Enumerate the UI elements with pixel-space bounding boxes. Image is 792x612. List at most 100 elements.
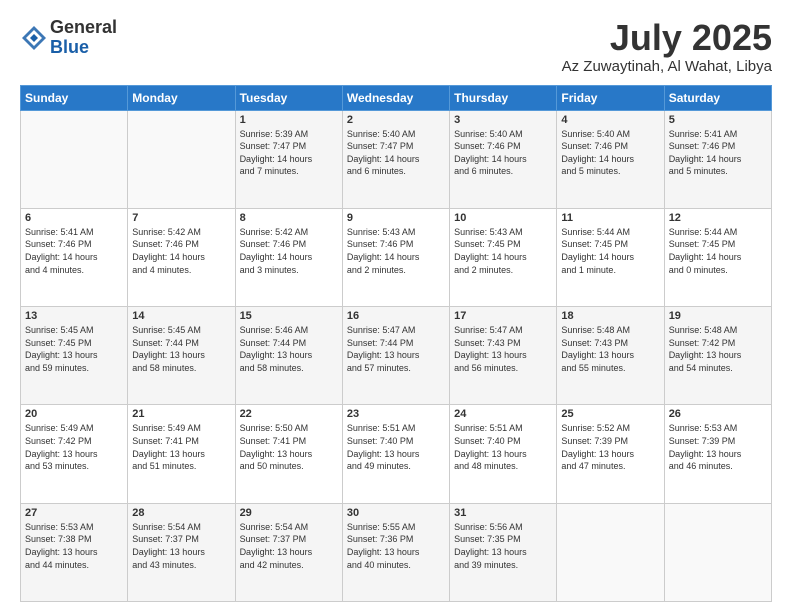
- calendar-cell: 20 Sunrise: 5:49 AM Sunset: 7:42 PM Dayli…: [21, 405, 128, 503]
- calendar-cell: 6 Sunrise: 5:41 AM Sunset: 7:46 PM Daylig…: [21, 208, 128, 306]
- logo-icon: [20, 24, 48, 52]
- calendar-cell: 18 Sunrise: 5:48 AM Sunset: 7:43 PM Dayli…: [557, 307, 664, 405]
- calendar-cell: 5Sunrise: 5:41 AM Sunset: 7:46 PM Daylig…: [664, 110, 771, 208]
- day-number: 25: [561, 408, 659, 420]
- calendar-cell: 3 Sunrise: 5:40 AM Sunset: 7:46 PM Daylig…: [450, 110, 557, 208]
- day-number: 22: [240, 408, 338, 420]
- day-number: 8: [240, 212, 338, 224]
- day-number: 7: [132, 212, 230, 224]
- day-info: Sunrise: 5:53 AM Sunset: 7:39 PM Dayligh…: [669, 422, 767, 472]
- day-info: Sunrise: 5:48 AM Sunset: 7:42 PM Dayligh…: [669, 324, 767, 374]
- day-info: Sunrise: 5:41 AM Sunset: 7:46 PM Dayligh…: [25, 226, 123, 276]
- col-thursday: Thursday: [450, 85, 557, 110]
- calendar-cell: 16 Sunrise: 5:47 AM Sunset: 7:44 PM Dayli…: [342, 307, 449, 405]
- day-info: Sunrise: 5:43 AM Sunset: 7:45 PM Dayligh…: [454, 226, 552, 276]
- calendar-cell: 21 Sunrise: 5:49 AM Sunset: 7:41 PM Dayli…: [128, 405, 235, 503]
- calendar-cell: 22 Sunrise: 5:50 AM Sunset: 7:41 PM Dayli…: [235, 405, 342, 503]
- day-number: 14: [132, 310, 230, 322]
- col-wednesday: Wednesday: [342, 85, 449, 110]
- day-number: 12: [669, 212, 767, 224]
- calendar-cell: 8 Sunrise: 5:42 AM Sunset: 7:46 PM Daylig…: [235, 208, 342, 306]
- day-info: Sunrise: 5:42 AM Sunset: 7:46 PM Dayligh…: [240, 226, 338, 276]
- day-number: 11: [561, 212, 659, 224]
- day-info: Sunrise: 5:43 AM Sunset: 7:46 PM Dayligh…: [347, 226, 445, 276]
- calendar-cell: 28Sunrise: 5:54 AM Sunset: 7:37 PM Dayli…: [128, 503, 235, 601]
- day-number: 9: [347, 212, 445, 224]
- logo-text: General Blue: [50, 18, 117, 58]
- day-number: 29: [240, 507, 338, 519]
- calendar-cell: 14 Sunrise: 5:45 AM Sunset: 7:44 PM Dayli…: [128, 307, 235, 405]
- calendar-cell: 13Sunrise: 5:45 AM Sunset: 7:45 PM Dayli…: [21, 307, 128, 405]
- day-info: Sunrise: 5:49 AM Sunset: 7:41 PM Dayligh…: [132, 422, 230, 472]
- calendar-cell: 30Sunrise: 5:55 AM Sunset: 7:36 PM Dayli…: [342, 503, 449, 601]
- logo: General Blue: [20, 18, 117, 58]
- day-info: Sunrise: 5:40 AM Sunset: 7:47 PM Dayligh…: [347, 128, 445, 178]
- day-info: Sunrise: 5:40 AM Sunset: 7:46 PM Dayligh…: [561, 128, 659, 178]
- day-info: Sunrise: 5:45 AM Sunset: 7:44 PM Dayligh…: [132, 324, 230, 374]
- page: General Blue July 2025 Az Zuwaytinah, Al…: [0, 0, 792, 612]
- calendar-body: 1 Sunrise: 5:39 AM Sunset: 7:47 PM Daylig…: [21, 110, 772, 601]
- week-row-3: 13Sunrise: 5:45 AM Sunset: 7:45 PM Dayli…: [21, 307, 772, 405]
- calendar-cell: [21, 110, 128, 208]
- day-number: 18: [561, 310, 659, 322]
- calendar-cell: 11Sunrise: 5:44 AM Sunset: 7:45 PM Dayli…: [557, 208, 664, 306]
- calendar-cell: 2Sunrise: 5:40 AM Sunset: 7:47 PM Daylig…: [342, 110, 449, 208]
- header: General Blue July 2025 Az Zuwaytinah, Al…: [20, 18, 772, 75]
- col-tuesday: Tuesday: [235, 85, 342, 110]
- day-number: 10: [454, 212, 552, 224]
- day-number: 27: [25, 507, 123, 519]
- calendar: Sunday Monday Tuesday Wednesday Thursday…: [20, 85, 772, 602]
- day-number: 21: [132, 408, 230, 420]
- col-sunday: Sunday: [21, 85, 128, 110]
- day-number: 1: [240, 114, 338, 126]
- day-info: Sunrise: 5:55 AM Sunset: 7:36 PM Dayligh…: [347, 521, 445, 571]
- day-info: Sunrise: 5:47 AM Sunset: 7:44 PM Dayligh…: [347, 324, 445, 374]
- day-info: Sunrise: 5:46 AM Sunset: 7:44 PM Dayligh…: [240, 324, 338, 374]
- calendar-cell: 23 Sunrise: 5:51 AM Sunset: 7:40 PM Dayli…: [342, 405, 449, 503]
- day-info: Sunrise: 5:45 AM Sunset: 7:45 PM Dayligh…: [25, 324, 123, 374]
- day-number: 4: [561, 114, 659, 126]
- calendar-cell: 24Sunrise: 5:51 AM Sunset: 7:40 PM Dayli…: [450, 405, 557, 503]
- location: Az Zuwaytinah, Al Wahat, Libya: [562, 58, 772, 75]
- col-friday: Friday: [557, 85, 664, 110]
- calendar-cell: 17 Sunrise: 5:47 AM Sunset: 7:43 PM Dayli…: [450, 307, 557, 405]
- day-info: Sunrise: 5:40 AM Sunset: 7:46 PM Dayligh…: [454, 128, 552, 178]
- calendar-cell: [557, 503, 664, 601]
- day-number: 31: [454, 507, 552, 519]
- calendar-cell: 4 Sunrise: 5:40 AM Sunset: 7:46 PM Daylig…: [557, 110, 664, 208]
- title-block: July 2025 Az Zuwaytinah, Al Wahat, Libya: [562, 18, 772, 75]
- calendar-cell: 31 Sunrise: 5:56 AM Sunset: 7:35 PM Dayli…: [450, 503, 557, 601]
- day-number: 17: [454, 310, 552, 322]
- day-info: Sunrise: 5:54 AM Sunset: 7:37 PM Dayligh…: [240, 521, 338, 571]
- col-saturday: Saturday: [664, 85, 771, 110]
- day-info: Sunrise: 5:51 AM Sunset: 7:40 PM Dayligh…: [347, 422, 445, 472]
- calendar-cell: 25 Sunrise: 5:52 AM Sunset: 7:39 PM Dayli…: [557, 405, 664, 503]
- week-row-1: 1 Sunrise: 5:39 AM Sunset: 7:47 PM Daylig…: [21, 110, 772, 208]
- day-info: Sunrise: 5:49 AM Sunset: 7:42 PM Dayligh…: [25, 422, 123, 472]
- calendar-cell: 29 Sunrise: 5:54 AM Sunset: 7:37 PM Dayli…: [235, 503, 342, 601]
- day-info: Sunrise: 5:41 AM Sunset: 7:46 PM Dayligh…: [669, 128, 767, 178]
- day-number: 19: [669, 310, 767, 322]
- calendar-cell: [664, 503, 771, 601]
- day-info: Sunrise: 5:42 AM Sunset: 7:46 PM Dayligh…: [132, 226, 230, 276]
- day-info: Sunrise: 5:54 AM Sunset: 7:37 PM Dayligh…: [132, 521, 230, 571]
- day-number: 20: [25, 408, 123, 420]
- calendar-cell: 1 Sunrise: 5:39 AM Sunset: 7:47 PM Daylig…: [235, 110, 342, 208]
- day-info: Sunrise: 5:56 AM Sunset: 7:35 PM Dayligh…: [454, 521, 552, 571]
- header-row: Sunday Monday Tuesday Wednesday Thursday…: [21, 85, 772, 110]
- day-number: 16: [347, 310, 445, 322]
- calendar-header: Sunday Monday Tuesday Wednesday Thursday…: [21, 85, 772, 110]
- day-info: Sunrise: 5:39 AM Sunset: 7:47 PM Dayligh…: [240, 128, 338, 178]
- week-row-5: 27Sunrise: 5:53 AM Sunset: 7:38 PM Dayli…: [21, 503, 772, 601]
- day-info: Sunrise: 5:44 AM Sunset: 7:45 PM Dayligh…: [669, 226, 767, 276]
- day-number: 23: [347, 408, 445, 420]
- day-number: 3: [454, 114, 552, 126]
- logo-general: General: [50, 18, 117, 38]
- day-number: 6: [25, 212, 123, 224]
- day-info: Sunrise: 5:47 AM Sunset: 7:43 PM Dayligh…: [454, 324, 552, 374]
- day-info: Sunrise: 5:52 AM Sunset: 7:39 PM Dayligh…: [561, 422, 659, 472]
- day-info: Sunrise: 5:48 AM Sunset: 7:43 PM Dayligh…: [561, 324, 659, 374]
- calendar-cell: 7 Sunrise: 5:42 AM Sunset: 7:46 PM Daylig…: [128, 208, 235, 306]
- calendar-cell: 10 Sunrise: 5:43 AM Sunset: 7:45 PM Dayli…: [450, 208, 557, 306]
- day-info: Sunrise: 5:50 AM Sunset: 7:41 PM Dayligh…: [240, 422, 338, 472]
